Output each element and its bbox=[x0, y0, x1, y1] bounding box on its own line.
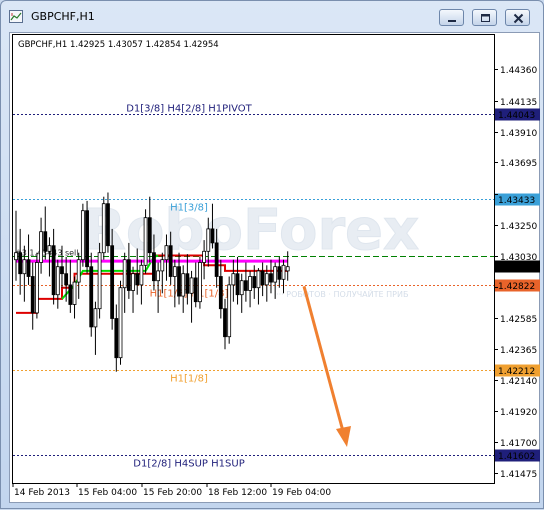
price-tag-text: 1.42822 bbox=[498, 282, 535, 292]
price-tick-label: 1.42585 bbox=[500, 315, 537, 325]
price-tick-label: 1.44360 bbox=[500, 66, 537, 76]
price-tag-text: 1.43433 bbox=[498, 196, 535, 206]
price-tick-label: 1.43910 bbox=[500, 129, 537, 139]
price-tick-label: 1.41700 bbox=[500, 439, 537, 449]
price-tag-text: 1.42954 bbox=[498, 263, 535, 273]
price-tick-label: 1.42365 bbox=[500, 346, 537, 356]
time-tick-label: 15 Feb 20:00 bbox=[143, 488, 202, 498]
price-tick-label: 1.42140 bbox=[500, 377, 537, 387]
time-tick-label: 19 Feb 04:00 bbox=[272, 488, 331, 498]
price-tick-label: 1.43695 bbox=[500, 159, 537, 169]
price-tick-label: 1.43250 bbox=[500, 222, 537, 232]
price-tag-text: 1.41602 bbox=[498, 452, 535, 462]
time-tick-label: 15 Feb 04:00 bbox=[78, 488, 137, 498]
chart-window: GBPCHF,H1 RoboForex ···· РОБОТОВ · ПОЛУЧ… bbox=[0, 0, 544, 509]
plot-border bbox=[12, 34, 495, 484]
price-tick-label: 1.43030 bbox=[500, 253, 537, 263]
price-tick-label: 1.41920 bbox=[500, 408, 537, 418]
price-tag-text: 1.44043 bbox=[498, 111, 535, 121]
price-tick-label: 1.41475 bbox=[500, 470, 537, 480]
time-tick-label: 18 Feb 12:00 bbox=[208, 488, 267, 498]
price-tick-label: 1.44135 bbox=[500, 98, 537, 108]
time-tick-label: 14 Feb 2013 bbox=[14, 488, 70, 498]
price-tag-text: 1.42212 bbox=[498, 367, 535, 377]
